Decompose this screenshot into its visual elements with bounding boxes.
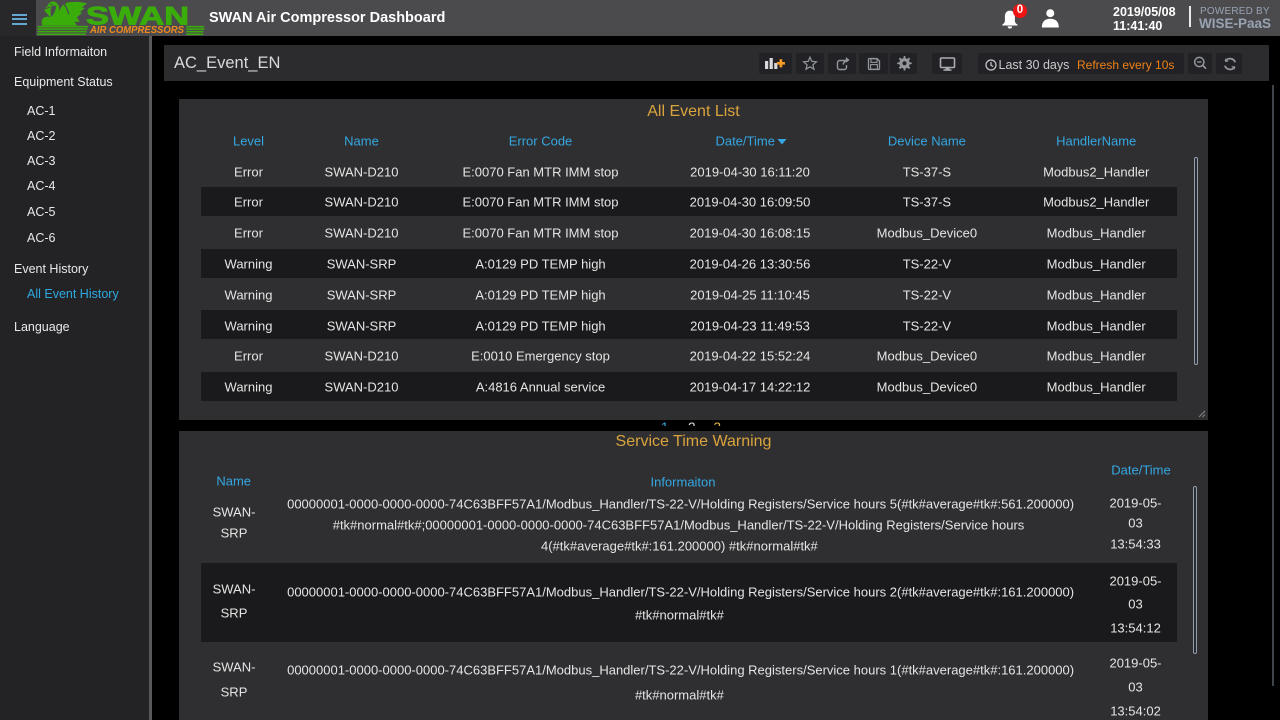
svg-text:AIR COMPRESSORS: AIR COMPRESSORS [89,25,184,36]
